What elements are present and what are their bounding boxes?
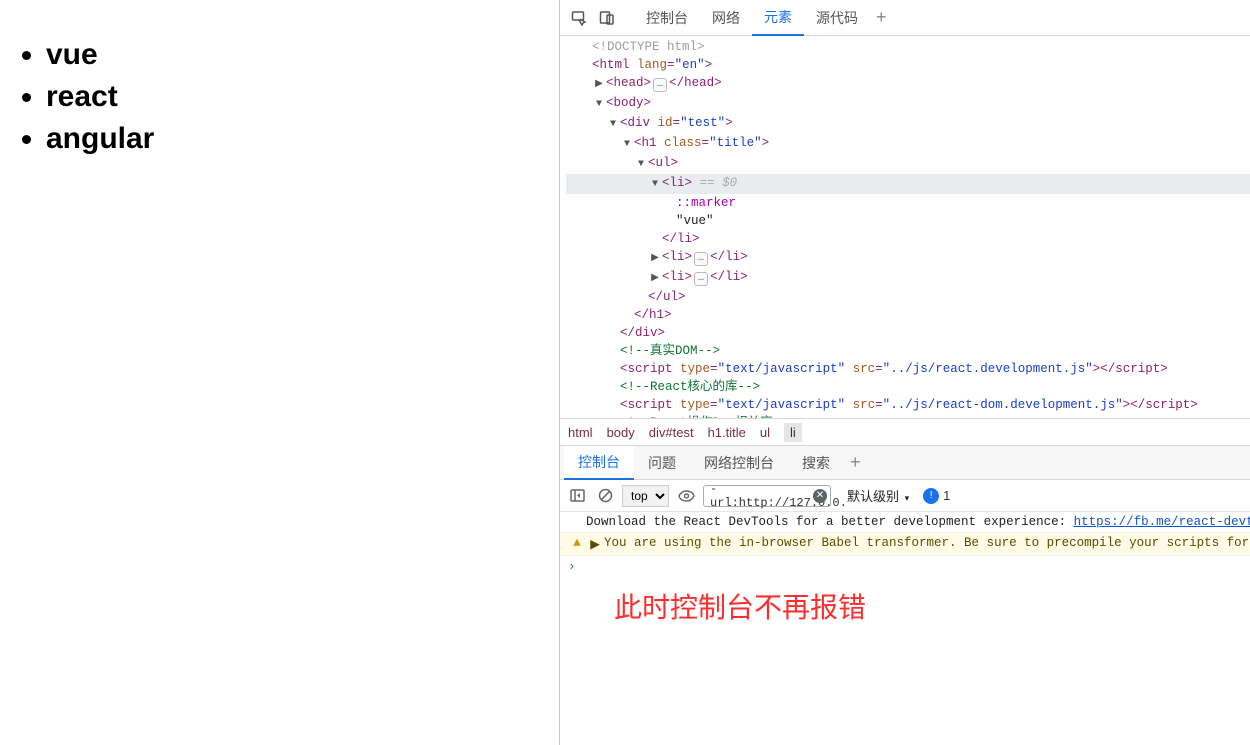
console-prompt[interactable]: › bbox=[560, 556, 1250, 578]
dom-li3[interactable]: <li>…</li> bbox=[566, 268, 1250, 288]
list-item: angular bbox=[46, 118, 551, 160]
dom-li-text[interactable]: "vue" bbox=[566, 212, 1250, 230]
dom-h1-open[interactable]: <h1 class="title"> bbox=[566, 134, 1250, 154]
console-sidebar-toggle-icon[interactable] bbox=[566, 485, 588, 507]
crumb-html[interactable]: html bbox=[568, 425, 593, 440]
console-toolbar: top -url:http://127.0.0.✕ 默认级别 !1 bbox=[560, 480, 1250, 512]
console-filter-input[interactable]: -url:http://127.0.0.✕ bbox=[703, 485, 831, 507]
device-toolbar-icon[interactable] bbox=[596, 7, 618, 29]
msg-link[interactable]: https://fb.me/react-devtoo bbox=[1074, 515, 1250, 529]
dom-marker[interactable]: ::marker bbox=[566, 194, 1250, 212]
dom-script2[interactable]: <script type="text/javascript" src="../j… bbox=[566, 396, 1250, 414]
clear-console-icon[interactable] bbox=[594, 485, 616, 507]
issues-count: 1 bbox=[943, 488, 950, 503]
tab-network[interactable]: 网络 bbox=[700, 0, 752, 36]
crumb-h1[interactable]: h1.title bbox=[708, 425, 746, 440]
ltab-console[interactable]: 控制台 bbox=[564, 446, 634, 480]
dom-ul-open[interactable]: <ul> bbox=[566, 154, 1250, 174]
dom-li-close[interactable]: </li> bbox=[566, 230, 1250, 248]
crumb-body[interactable]: body bbox=[607, 425, 635, 440]
dom-head[interactable]: <head>…</head> bbox=[566, 74, 1250, 94]
ltab-netconsole[interactable]: 网络控制台 bbox=[690, 446, 788, 480]
tab-sources[interactable]: 源代码 bbox=[804, 0, 870, 36]
console-msg-info[interactable]: Download the React DevTools for a better… bbox=[560, 512, 1250, 533]
devtools-top-toolbar: 控制台 网络 元素 源代码 + bbox=[560, 0, 1250, 36]
warning-icon: ▲ bbox=[568, 536, 586, 552]
msg-text: You are using the in-browser Babel trans… bbox=[604, 536, 1250, 552]
issues-badge[interactable]: !1 bbox=[923, 488, 950, 504]
msg-text: Download the React DevTools for a better… bbox=[586, 515, 1074, 529]
dom-ul-close[interactable]: </ul> bbox=[566, 288, 1250, 306]
page-list: vue react angular bbox=[34, 34, 551, 160]
dom-doctype[interactable]: <!DOCTYPE html> bbox=[592, 40, 705, 54]
elements-tree[interactable]: <!DOCTYPE html> <html lang="en"> <head>…… bbox=[560, 36, 1250, 418]
context-select[interactable]: top bbox=[622, 485, 669, 507]
expand-icon[interactable]: ▶ bbox=[586, 536, 604, 552]
more-tabs-icon[interactable]: + bbox=[870, 7, 893, 28]
crumb-ul[interactable]: ul bbox=[760, 425, 770, 440]
rendered-page: vue react angular bbox=[0, 0, 560, 745]
dom-cmt1[interactable]: <!--真实DOM--> bbox=[566, 342, 1250, 360]
list-item: react bbox=[46, 76, 551, 118]
issues-dot-icon: ! bbox=[923, 488, 939, 504]
dom-body-open[interactable]: <body> bbox=[566, 94, 1250, 114]
clear-filter-icon[interactable]: ✕ bbox=[813, 489, 827, 503]
dom-li2[interactable]: <li>…</li> bbox=[566, 248, 1250, 268]
dom-cmt2[interactable]: <!--React核心的库--> bbox=[566, 378, 1250, 396]
breadcrumb: html body div#test h1.title ul li bbox=[560, 418, 1250, 446]
console-tabs: 控制台 问题 网络控制台 搜索 + bbox=[560, 446, 1250, 480]
tab-console[interactable]: 控制台 bbox=[634, 0, 700, 36]
dom-html-open[interactable]: <html lang="en"> bbox=[566, 56, 1250, 74]
dom-li-selected[interactable]: <li> == $0 bbox=[566, 174, 1250, 194]
spacer bbox=[568, 515, 586, 529]
annotation-text: 此时控制台不再报错 bbox=[560, 578, 1250, 634]
crumb-li[interactable]: li bbox=[784, 423, 802, 442]
ltab-search[interactable]: 搜索 bbox=[788, 446, 844, 480]
list-item: vue bbox=[46, 34, 551, 76]
log-level-dropdown[interactable]: 默认级别 bbox=[847, 486, 909, 505]
dom-h1-close[interactable]: </h1> bbox=[566, 306, 1250, 324]
dom-div-open[interactable]: <div id="test"> bbox=[566, 114, 1250, 134]
console-output: Download the React DevTools for a better… bbox=[560, 512, 1250, 745]
inspect-element-icon[interactable] bbox=[568, 7, 590, 29]
crumb-div[interactable]: div#test bbox=[649, 425, 694, 440]
dom-div-close[interactable]: </div> bbox=[566, 324, 1250, 342]
ltab-issues[interactable]: 问题 bbox=[634, 446, 690, 480]
devtools-panel: 控制台 网络 元素 源代码 + <!DOCTYPE html> <html la… bbox=[560, 0, 1250, 745]
tab-elements[interactable]: 元素 bbox=[752, 0, 804, 36]
dom-cmt3[interactable]: <!--React操作Dom相关库--> bbox=[566, 414, 1250, 418]
dom-script1[interactable]: <script type="text/javascript" src="../j… bbox=[566, 360, 1250, 378]
live-expression-icon[interactable] bbox=[675, 485, 697, 507]
console-msg-warn[interactable]: ▲ ▶ You are using the in-browser Babel t… bbox=[560, 533, 1250, 556]
more-lower-tabs-icon[interactable]: + bbox=[850, 452, 861, 473]
